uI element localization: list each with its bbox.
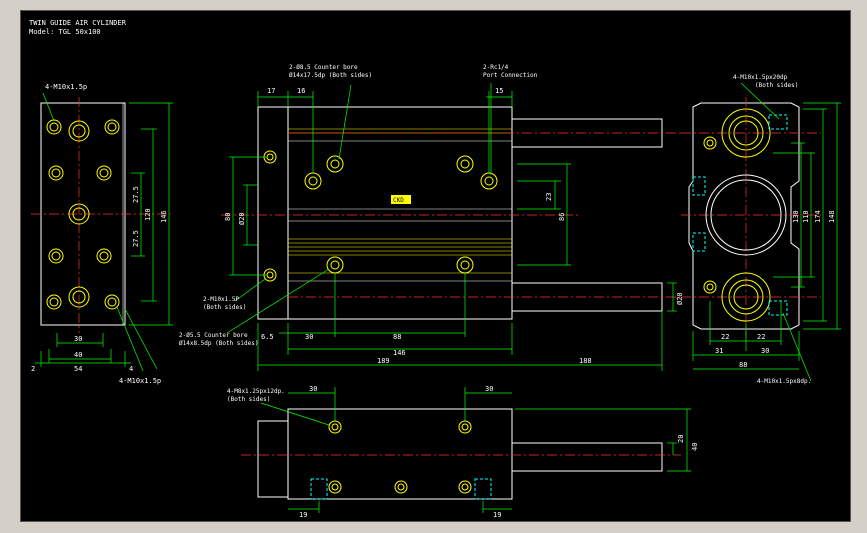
dim-40: 40 <box>74 351 82 359</box>
note-port-connection: Port Connection <box>483 72 538 79</box>
dim-188: 188 <box>579 357 592 365</box>
front-view: CKD 2-Ø8.5 Counter bore Ø14x17.5dp (Both… <box>179 64 684 371</box>
dim-174: 174 <box>814 210 822 223</box>
brand-label-text: CKD <box>393 197 404 204</box>
dim-17: 17 <box>267 87 275 95</box>
dim-88-front: 88 <box>393 333 401 341</box>
dim-30-bottom-left: 30 <box>309 385 317 393</box>
drawing-title: TWIN GUIDE AIR CYLINDER <box>29 19 127 27</box>
dim-130: 130 <box>792 210 800 223</box>
note-m10-8dp: 4-M10x1.5px8dp. <box>757 378 811 385</box>
cad-drawing-canvas: TWIN GUIDE AIR CYLINDER Model: TGL 50x10… <box>20 10 851 522</box>
dim-146-front: 146 <box>393 349 406 357</box>
note-port-rc: 2-Rc1/4 <box>483 64 509 71</box>
dim-54: 54 <box>74 365 82 373</box>
right-view-outline <box>688 102 800 330</box>
dim-19-right: 19 <box>493 511 501 519</box>
dim-86: 86 <box>558 213 566 221</box>
dim-30-bottom-right: 30 <box>485 385 493 393</box>
note-both-sides-right: (Both sides) <box>755 82 798 89</box>
bottom-view: 4-M8x1.25px12dp. (Both sides) 30 30 20 4… <box>227 385 699 519</box>
note-counterbore-bottom-detail: Ø14x8.5dp (Both sides) <box>179 340 258 347</box>
bottom-end-plate <box>257 420 289 498</box>
dim-30-front: 30 <box>305 333 313 341</box>
dim-88-right: 88 <box>739 361 747 369</box>
dim-30-right: 30 <box>761 347 769 355</box>
dim-27-5-top: 27.5 <box>132 186 140 203</box>
dim-6-5: 6.5 <box>261 333 274 341</box>
dim-80: 80 <box>224 213 232 221</box>
dim-23: 23 <box>545 193 553 201</box>
dim-4: 4 <box>129 365 133 373</box>
dim-31: 31 <box>715 347 723 355</box>
note-both-sides-bottom: (Both sides) <box>227 396 270 403</box>
bottom-view-dimensions <box>260 387 691 513</box>
dim-dia-20-rod: Ø20 <box>676 292 684 305</box>
right-end-view: 4-M10x1.5px20dp (Both sides) 4-M10x1.5px… <box>681 74 841 385</box>
cad-drawing: TWIN GUIDE AIR CYLINDER Model: TGL 50x10… <box>29 19 841 519</box>
dim-30: 30 <box>74 335 82 343</box>
dim-27-5-bottom: 27.5 <box>132 230 140 247</box>
dim-22-right: 22 <box>757 333 765 341</box>
note-counterbore-top: 2-Ø8.5 Counter bore <box>289 64 358 71</box>
dim-20-bottom: 20 <box>677 435 685 443</box>
note-m8-12dp: 4-M8x1.25px12dp. <box>227 388 285 395</box>
dim-19-left: 19 <box>299 511 307 519</box>
dim-dia-20-left: Ø20 <box>238 212 246 225</box>
dim-40-bottom: 40 <box>691 443 699 451</box>
dim-146: 146 <box>160 210 168 223</box>
left-end-view: 4-M10x1.5p 4-M10x1.5p 27.5 120 146 27.5 … <box>31 83 173 385</box>
left-view-dimensions <box>35 92 173 372</box>
note-counterbore-top-detail: Ø14x17.5dp (Both sides) <box>289 72 372 79</box>
dim-22-left: 22 <box>721 333 729 341</box>
note-m10-20dp: 4-M10x1.5px20dp <box>733 74 788 81</box>
dim-148: 148 <box>828 210 836 223</box>
drawing-model: Model: TGL 50x100 <box>29 28 101 36</box>
left-view-bottom-note: 4-M10x1.5p <box>119 377 161 385</box>
front-view-dimensions <box>226 83 677 371</box>
note-counterbore-bottom: 2-Ø5.5 Counter bore <box>179 332 248 339</box>
bottom-guide-rod <box>511 442 663 472</box>
dim-15: 15 <box>495 87 503 95</box>
front-end-plate <box>257 106 289 320</box>
front-cylinder-body <box>287 106 513 320</box>
dim-189: 189 <box>377 357 390 365</box>
left-view-top-note: 4-M10x1.5p <box>45 83 87 91</box>
left-view-holes <box>46 119 120 310</box>
note-m10-left: 2-M10x1.5P <box>203 296 240 303</box>
dim-120: 120 <box>144 208 152 221</box>
window-frame: TWIN GUIDE AIR CYLINDER Model: TGL 50x10… <box>0 0 867 533</box>
note-both-sides-left: (Both sides) <box>203 304 246 311</box>
dim-2: 2 <box>31 365 35 373</box>
dim-16: 16 <box>297 87 305 95</box>
dim-110: 110 <box>802 210 810 223</box>
